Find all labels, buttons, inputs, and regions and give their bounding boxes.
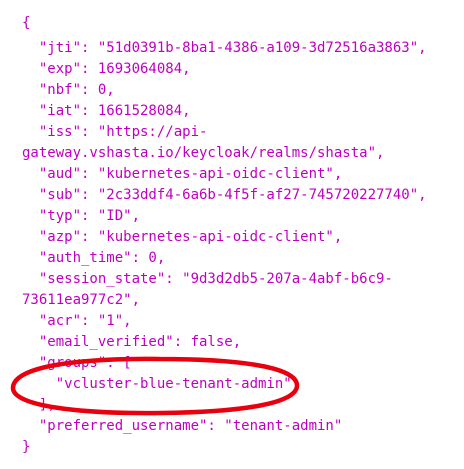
code-line: "iat": 1661528084, — [22, 103, 191, 119]
code-line: "sub": "2c33ddf4-6a6b-4f5f-af27-74572022… — [22, 187, 427, 203]
code-line: "typ": "ID", — [22, 208, 141, 224]
code-line: "azp": "kubernetes-api-oidc-client", — [22, 229, 343, 245]
code-line: "auth_time": 0, — [22, 250, 166, 266]
code-line: "aud": "kubernetes-api-oidc-client", — [22, 166, 343, 182]
code-line: "exp": 1693064084, — [22, 61, 191, 77]
code-line: "vcluster-blue-tenant-admin" — [22, 376, 292, 392]
code-line: "iss": "https://api- — [22, 124, 208, 140]
code-line: gateway.vshasta.io/keycloak/realms/shast… — [22, 145, 385, 161]
code-line: { — [22, 15, 31, 31]
code-view: { "jti": "51d0391b-8ba1-4386-a109-3d7251… — [0, 0, 464, 469]
code-line: "nbf": 0, — [22, 82, 115, 98]
code-line: "jti": "51d0391b-8ba1-4386-a109-3d72516a… — [22, 40, 427, 56]
code-line: "acr": "1", — [22, 313, 132, 329]
code-line: "email_verified": false, — [22, 334, 242, 350]
code-line: "preferred_username": "tenant-admin" — [22, 418, 343, 434]
code-line: "groups": [ — [22, 355, 132, 371]
code-line: "session_state": "9d3d2db5-207a-4abf-b6c… — [22, 271, 393, 287]
code-line: ], — [22, 397, 56, 413]
code-line: 73611ea977c2", — [22, 292, 141, 308]
code-line: } — [22, 439, 31, 455]
